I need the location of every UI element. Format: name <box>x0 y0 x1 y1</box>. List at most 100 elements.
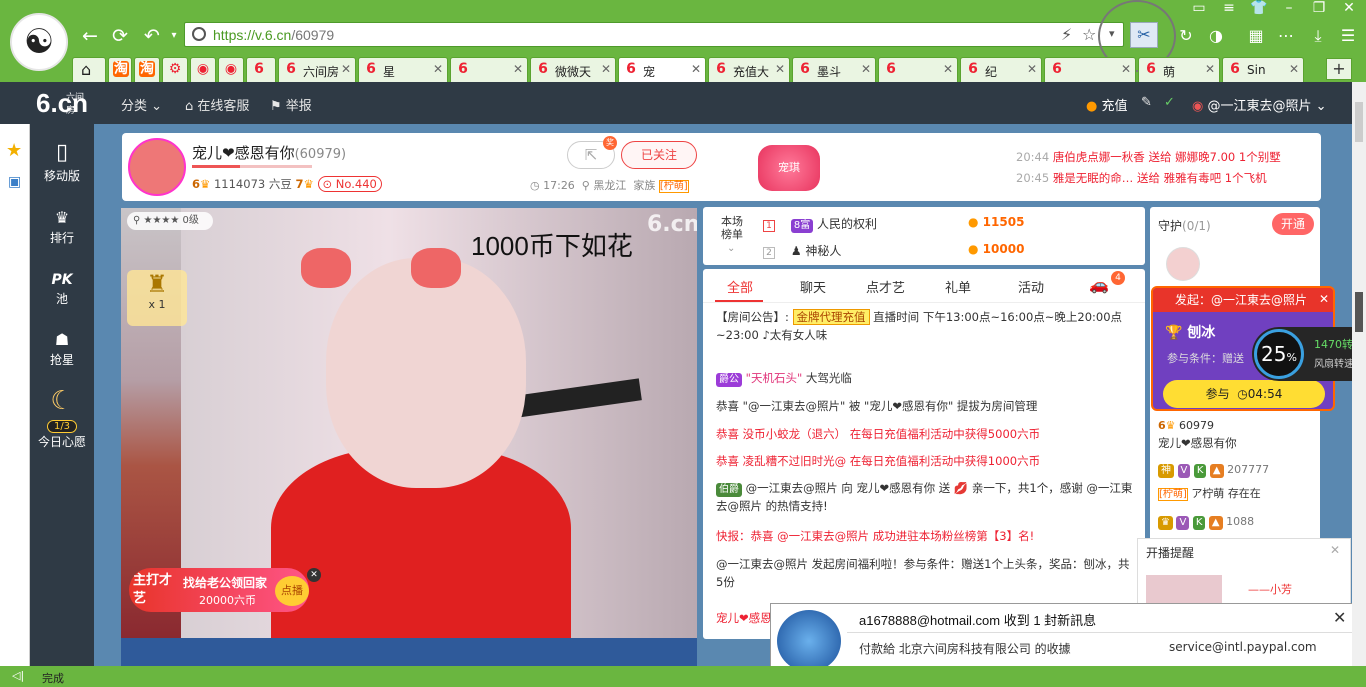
bookmark-star-icon[interactable]: ☆ <box>1082 25 1096 44</box>
browser-tab[interactable]: 6 六间房 ✕ <box>278 57 356 82</box>
tab-close-icon[interactable]: ✕ <box>943 62 953 76</box>
skin-icon[interactable]: 👕 <box>1248 0 1270 20</box>
browser-tab[interactable]: 6 纪 ✕ <box>960 57 1042 82</box>
undo-dropdown-icon[interactable]: ▾ <box>162 24 186 48</box>
browser-tab[interactable]: 6 墨斗 ✕ <box>792 57 876 82</box>
tab-close-icon[interactable]: ✕ <box>433 62 443 76</box>
tab-close-icon[interactable]: ✕ <box>1289 62 1299 76</box>
tab-close-icon[interactable]: ✕ <box>513 62 523 76</box>
browser-tab[interactable]: 6 充值大 ✕ <box>708 57 790 82</box>
anchor-title[interactable]: 宠儿❤感恩有你(60979) <box>192 142 346 163</box>
restore-icon[interactable]: ❐ <box>1308 0 1330 20</box>
promo-banner[interactable]: 主打才艺 找给老公领回家 20000六币 点播 <box>129 568 309 612</box>
browser-tab[interactable]: 6 ✕ <box>1044 57 1136 82</box>
tab-events[interactable]: 活动 <box>1018 277 1044 296</box>
menu-mobile[interactable]: ▯ 移动版 <box>30 140 94 184</box>
menu-rank[interactable]: ♛ 排行 <box>30 208 94 246</box>
tab-close-icon[interactable]: ✕ <box>341 62 351 76</box>
notice-tag[interactable]: 金牌代理充值 <box>792 309 870 325</box>
tab-all[interactable]: 全部 <box>727 277 753 296</box>
menu-pk[interactable]: PK 池 <box>30 272 94 307</box>
tab-close-icon[interactable]: ✕ <box>1121 62 1131 76</box>
menu-star[interactable]: ☗ 抢星 <box>30 330 94 368</box>
live-video[interactable]: 1000币下如花 6.cn ⚲ ★★★★ 0级 ♜ x 1 主打才艺 找给老公领回… <box>121 208 697 638</box>
fan-row[interactable]: 神 V K ▲ 207777 <box>1158 463 1269 478</box>
tab-request[interactable]: 点才艺 <box>866 277 905 296</box>
lightning-icon[interactable]: ⚡ <box>1061 25 1072 44</box>
scroll-thumb[interactable] <box>1355 292 1363 332</box>
reminder-close-icon[interactable]: ✕ <box>1330 543 1340 557</box>
home-tab[interactable]: ⌂ <box>72 57 106 82</box>
browser-logo-icon[interactable]: ☯ <box>10 13 68 71</box>
calculator-icon[interactable]: ▦ <box>1246 26 1266 46</box>
tab-close-icon[interactable]: ✕ <box>601 62 611 76</box>
refresh-icon[interactable]: ⟳ <box>108 24 132 48</box>
back-icon[interactable]: ← <box>78 24 102 48</box>
tab-close-icon[interactable]: ✕ <box>861 62 871 76</box>
tab-close-icon[interactable]: ✕ <box>775 62 785 76</box>
event-close-icon[interactable]: ✕ <box>1319 292 1329 306</box>
window-layout-icon[interactable]: ▭ <box>1188 0 1210 20</box>
pet-badge[interactable]: 宠琪 <box>758 145 820 191</box>
tab-chat[interactable]: 聊天 <box>800 277 826 296</box>
tab-close-icon[interactable]: ✕ <box>1027 62 1037 76</box>
nav-report[interactable]: ⚑ 举报 <box>270 95 312 114</box>
browser-tab[interactable]: 6 Sin ✕ <box>1222 57 1304 82</box>
rank-row[interactable]: 1 8富 人民的权利 ● 11505 <box>763 215 1133 233</box>
car-icon[interactable]: 🚗 <box>1089 275 1109 294</box>
browser-tab[interactable]: 6 ✕ <box>450 57 528 82</box>
guard-open-button[interactable]: 开通 <box>1272 213 1314 235</box>
promo-close-icon[interactable]: ✕ <box>307 568 321 582</box>
security-shield-icon[interactable] <box>192 27 206 41</box>
guard-avatar-placeholder[interactable] <box>1166 247 1200 281</box>
browser-tab[interactable]: 6 萌 ✕ <box>1138 57 1220 82</box>
recharge-link[interactable]: ● 充值 <box>1086 95 1128 114</box>
more-icon[interactable]: ⋯ <box>1276 26 1296 46</box>
sidebar-window-icon[interactable]: ▣ <box>8 174 21 190</box>
url-text[interactable]: https://v.6.cn/60979 <box>213 27 334 43</box>
download-icon[interactable]: ⤓ <box>1308 26 1328 46</box>
browser-tab[interactable]: ⚙ <box>162 57 188 82</box>
menu-wish[interactable]: ☾ 1/3 今日心愿 <box>30 386 94 450</box>
viewer-level[interactable]: ⚲ ★★★★ 0级 <box>127 212 213 230</box>
address-bar[interactable]: https://v.6.cn/60979 ⚡ ☆ ▾ <box>184 22 1124 47</box>
verified-icon[interactable]: ✓ <box>1164 95 1175 110</box>
tab-gifts[interactable]: 礼单 <box>945 277 971 296</box>
rank-badge[interactable]: ⊙ No.440 <box>317 176 382 192</box>
sync-icon[interactable]: ◑ <box>1206 26 1226 46</box>
site-logo[interactable]: 6.cn 六间房 <box>36 88 88 119</box>
browser-tab[interactable]: 6 宠 ✕ <box>618 57 706 83</box>
fan-speed-widget[interactable]: 25% 1470转 风扇转速 <box>1252 327 1360 381</box>
reminder-name[interactable]: ——小芳 <box>1248 581 1292 597</box>
nav-category[interactable]: 分类 ⌄ <box>121 95 162 114</box>
event-join-button[interactable]: 参与 ◷04:54 <box>1163 380 1325 408</box>
browser-tab[interactable]: 6 星 ✕ <box>358 57 448 82</box>
refresh-mini-icon[interactable]: ↻ <box>1176 26 1196 46</box>
browser-tab[interactable]: ◉ <box>190 57 216 82</box>
followed-button[interactable]: 已关注 <box>621 141 697 169</box>
browser-tab[interactable]: 淘 <box>108 57 132 82</box>
edit-icon[interactable]: ✎ <box>1141 95 1152 110</box>
nav-service[interactable]: ⌂ 在线客服 <box>185 95 249 114</box>
browser-tab[interactable]: 6 微微天 ✕ <box>530 57 616 82</box>
rank-expand-icon[interactable]: ⌄ <box>727 243 735 254</box>
user-menu[interactable]: ◉ @一江東去@照片 ⌄ <box>1192 95 1327 114</box>
scroll-thumb-top[interactable] <box>1355 102 1363 142</box>
list-icon[interactable]: ≡ <box>1218 0 1240 20</box>
browser-tab[interactable]: 6 ✕ <box>878 57 958 82</box>
promo-button[interactable]: 点播 <box>275 576 309 606</box>
browser-tab[interactable]: 淘 <box>134 57 160 82</box>
undo-icon[interactable]: ↶ <box>140 24 164 48</box>
status-sidebar-icon[interactable]: ◁| <box>12 669 24 682</box>
favorites-star-icon[interactable]: ★ <box>6 140 22 161</box>
family-tag[interactable]: [柠萌] <box>658 180 689 193</box>
rank-row[interactable]: 2 ♟ 神秘人 ● 10000 <box>763 242 1133 259</box>
guard-user[interactable]: 6♛ 60979 <box>1158 419 1214 432</box>
page-scrollbar[interactable] <box>1352 82 1366 666</box>
anchor-avatar[interactable] <box>128 138 186 196</box>
notify-close-icon[interactable]: ✕ <box>1333 608 1346 627</box>
guard-user-name[interactable]: 宠儿❤感恩有你 <box>1158 435 1237 451</box>
email-notification[interactable]: a1678888@hotmail.com 收到 1 封新訊息 ✕ 付款給 北京六… <box>770 603 1358 675</box>
fan-row-2[interactable]: ♛ V K ▲ 1088 <box>1158 515 1254 530</box>
tab-close-icon[interactable]: ✕ <box>1205 62 1215 76</box>
